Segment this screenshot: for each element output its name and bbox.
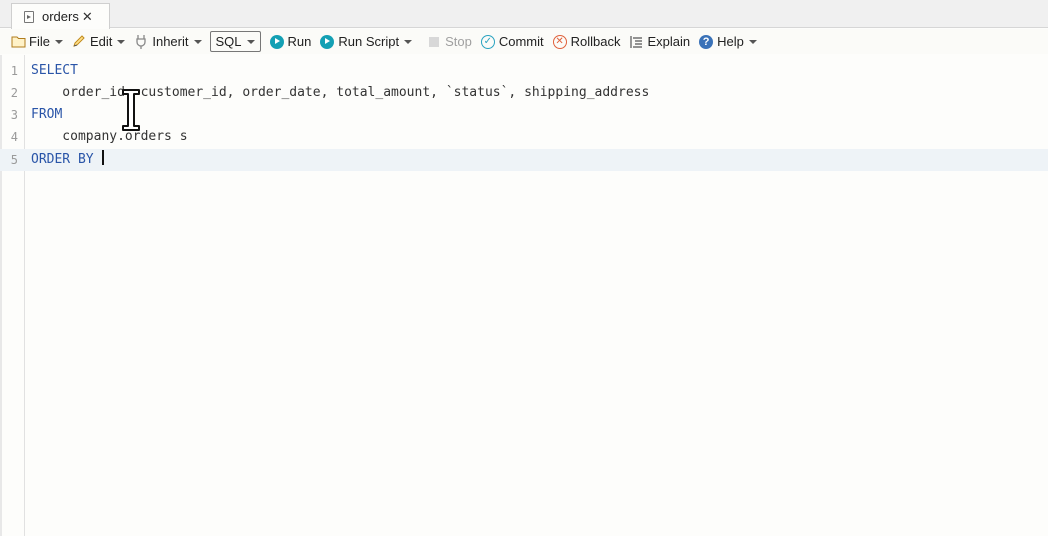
line-number: 5 [10,153,18,167]
explain-plan-icon [628,34,644,50]
plug-icon [133,34,149,50]
sql-keyword: SELECT [31,63,78,78]
editor-line[interactable]: 3 FROM [0,104,1048,126]
editor-line[interactable]: 4 company.orders s [0,126,1048,148]
chevron-down-icon [193,39,202,44]
chevron-down-icon [404,39,413,44]
editor-line[interactable]: 1 SELECT [0,60,1048,82]
sql-dialect-select[interactable]: SQL [209,31,261,52]
rollback-label: Rollback [570,34,621,49]
tab-bar: orders ✕ [0,0,1048,29]
file-menu-button[interactable]: File [6,31,67,53]
run-icon [269,34,285,50]
help-menu-button[interactable]: ? Help [694,31,761,53]
editor-line-active[interactable]: 5 ORDER BY [0,149,1048,171]
line-number: 3 [10,108,18,122]
sql-editor[interactable]: 1 SELECT 2 order_id, customer_id, order_… [0,55,1048,536]
code-text: company.orders s [31,129,188,144]
sql-dialect-label: SQL [215,34,242,49]
folder-icon [10,34,26,50]
run-script-icon [319,34,335,50]
editor-line[interactable]: 2 order_id, customer_id, order_date, tot… [0,82,1048,104]
run-label: Run [287,34,312,49]
ibeam-cursor-icon [122,89,140,131]
commit-label: Commit [498,34,544,49]
run-script-button[interactable]: Run Script [315,31,416,53]
line-number: 2 [10,86,18,100]
close-tab-icon[interactable]: ✕ [82,9,93,25]
line-number: 4 [10,130,18,144]
rollback-button[interactable]: ✕ Rollback [548,31,625,53]
line-number: 1 [10,64,18,78]
sql-keyword: ORDER BY [31,152,94,167]
edit-menu-button[interactable]: Edit [67,31,129,53]
commit-check-icon: ✓ [480,34,496,50]
rollback-x-icon: ✕ [552,34,568,50]
script-file-icon [24,10,34,23]
chevron-down-icon [54,39,63,44]
edit-menu-label: Edit [89,34,113,49]
stop-icon [426,34,442,50]
pencil-icon [71,34,87,50]
chevron-down-icon [117,39,126,44]
chevron-down-icon [748,39,757,44]
run-script-label: Run Script [338,34,400,49]
sql-keyword: FROM [31,107,63,122]
run-button[interactable]: Run [265,31,316,53]
text-caret [102,150,104,165]
tab-orders[interactable]: orders ✕ [11,3,110,29]
help-icon: ? [698,34,714,50]
help-menu-label: Help [717,34,744,49]
explain-button[interactable]: Explain [624,31,694,53]
stop-label: Stop [445,34,472,49]
inherit-menu-label: Inherit [152,34,189,49]
explain-label: Explain [647,34,691,49]
stop-button[interactable]: Stop [422,31,476,53]
chevron-down-icon [246,39,255,44]
inherit-menu-button[interactable]: Inherit [129,31,205,53]
tab-label: orders [42,9,79,24]
file-menu-label: File [29,34,50,49]
toolbar: File Edit Inherit SQL Run Run Script Sto… [0,29,1048,54]
commit-button[interactable]: ✓ Commit [476,31,548,53]
